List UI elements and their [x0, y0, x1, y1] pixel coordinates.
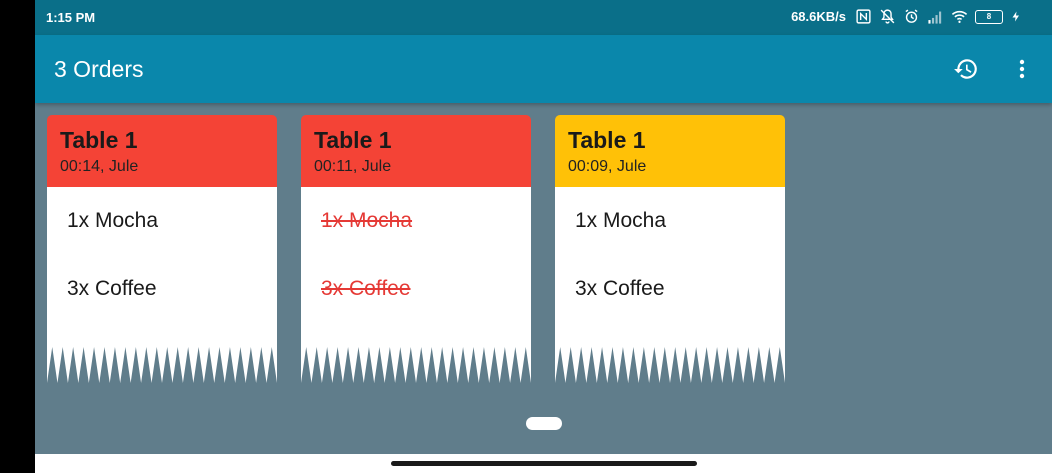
- order-card-header: Table 1 00:14, Jule: [47, 115, 277, 187]
- charging-icon: [1012, 11, 1019, 22]
- order-time-waiter: 00:14, Jule: [60, 158, 139, 176]
- page-title: 3 Orders: [54, 56, 144, 82]
- order-item[interactable]: 1x Mocha: [67, 209, 158, 233]
- more-vert-icon: [1019, 59, 1025, 79]
- order-time-waiter: 00:11, Jule: [314, 158, 392, 176]
- order-item[interactable]: 1x Mocha: [575, 209, 666, 233]
- status-bar: 1:15 PM 68.6KB/s 8: [35, 0, 1052, 35]
- network-speed: 68.6KB/s: [791, 9, 846, 24]
- more-options-button[interactable]: [1008, 55, 1036, 83]
- order-card-body: 1x Mocha 3x Coffee: [555, 187, 785, 383]
- order-card[interactable]: Table 1 00:11, Jule 1x Mocha 3x Coffee: [301, 115, 531, 383]
- history-button[interactable]: [952, 55, 980, 83]
- history-icon: [954, 59, 977, 79]
- order-card-body: 1x Mocha 3x Coffee: [47, 187, 277, 383]
- signal-icon: [928, 11, 942, 24]
- order-table: Table 1: [568, 127, 646, 153]
- page-indicator: [526, 417, 562, 430]
- mute-icon: [880, 9, 895, 24]
- order-item[interactable]: 3x Coffee: [575, 277, 665, 301]
- navigation-bar: [35, 454, 1052, 473]
- receipt-torn-edge: [555, 347, 785, 383]
- alarm-icon: [905, 9, 918, 23]
- app-bar: 3 Orders: [35, 35, 1052, 103]
- order-table: Table 1: [314, 127, 392, 153]
- order-item-completed[interactable]: 3x Coffee: [321, 277, 411, 301]
- nfc-icon: [856, 9, 871, 24]
- battery-icon: 8: [975, 9, 1003, 24]
- battery-level: 8: [986, 11, 992, 21]
- order-card-body: 1x Mocha 3x Coffee: [301, 187, 531, 383]
- device-bezel: [0, 0, 35, 473]
- receipt-torn-edge: [47, 347, 277, 383]
- order-card-header: Table 1 00:11, Jule: [301, 115, 531, 187]
- order-time-waiter: 00:09, Jule: [568, 158, 647, 176]
- order-table: Table 1: [60, 127, 138, 153]
- order-item[interactable]: 3x Coffee: [67, 277, 157, 301]
- orders-area: Table 1 00:14, Jule 1x Mocha 3x Coffee T…: [35, 103, 1052, 454]
- order-card[interactable]: Table 1 00:09, Jule 1x Mocha 3x Coffee: [555, 115, 785, 383]
- order-card[interactable]: Table 1 00:14, Jule 1x Mocha 3x Coffee: [47, 115, 277, 383]
- status-time: 1:15 PM: [46, 10, 96, 25]
- receipt-torn-edge: [301, 347, 531, 383]
- order-item-completed[interactable]: 1x Mocha: [321, 209, 412, 233]
- gesture-handle[interactable]: [391, 461, 697, 466]
- order-card-header: Table 1 00:09, Jule: [555, 115, 785, 187]
- status-icons: 68.6KB/s 8: [791, 8, 1022, 25]
- wifi-icon: [951, 10, 968, 23]
